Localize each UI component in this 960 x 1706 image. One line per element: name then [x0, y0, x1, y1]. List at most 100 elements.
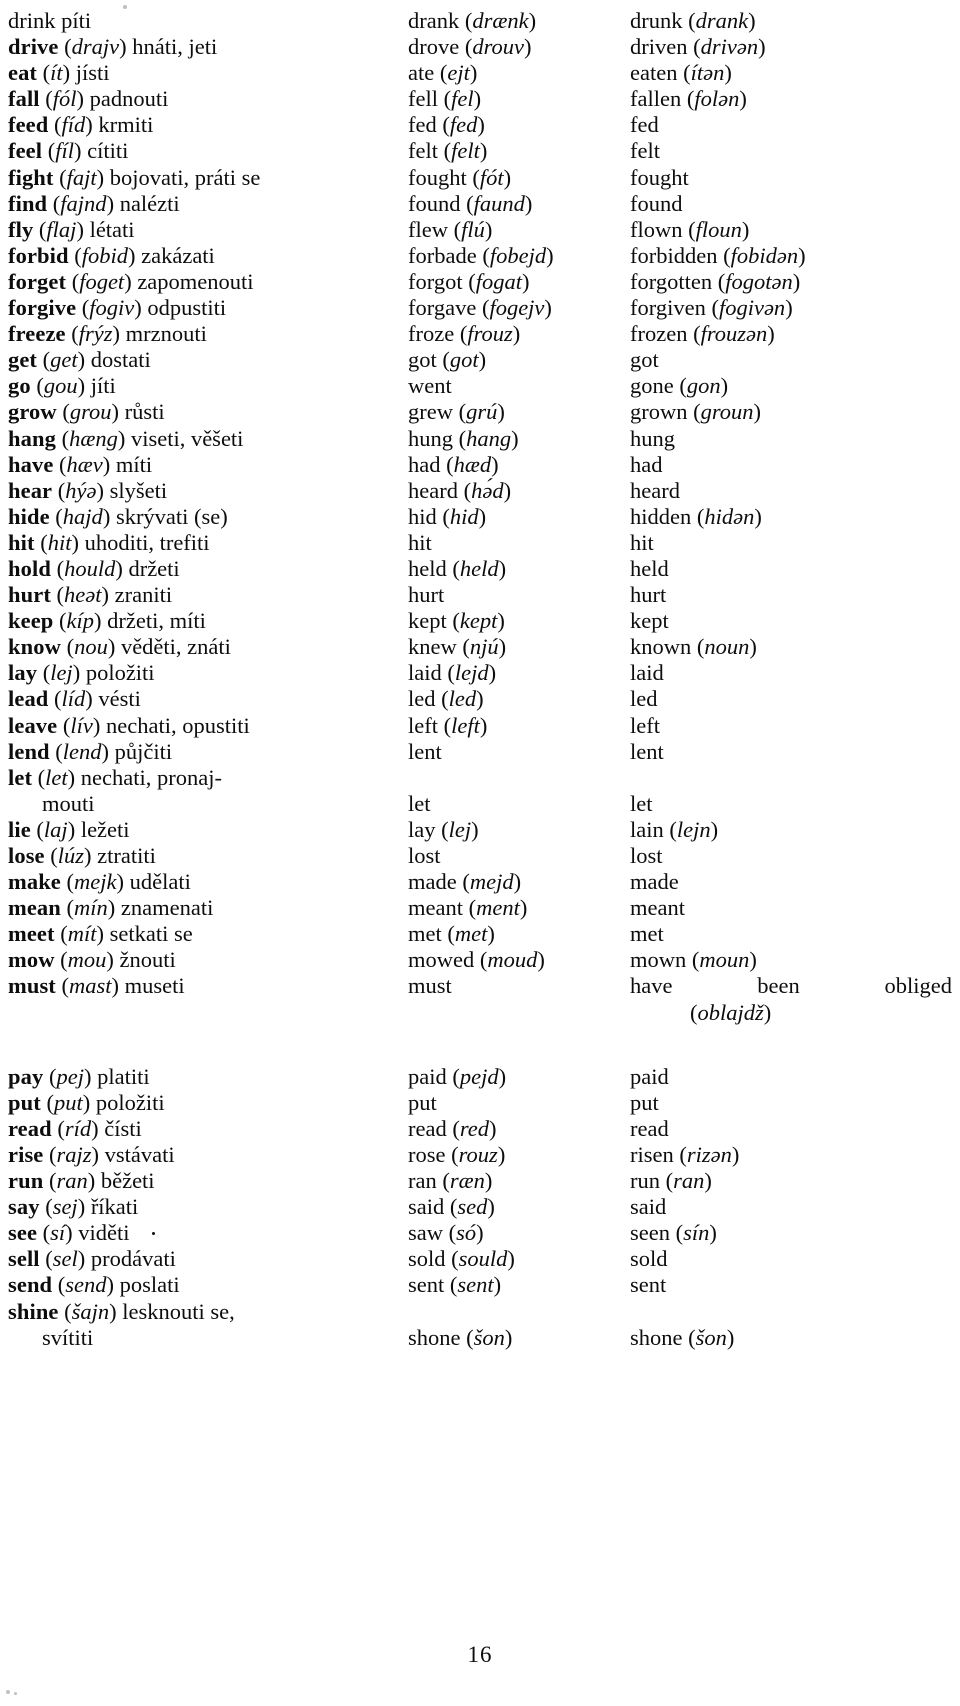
headword: hurt: [8, 582, 51, 608]
pronunciation: pejd: [459, 1063, 499, 1089]
headword: run: [8, 1168, 44, 1194]
cell-infinitive: freeze (frýz) mrznouti: [8, 321, 207, 347]
headword: go: [8, 373, 31, 399]
table-row: leave (lív) nechati, opustiti left (left)…: [0, 713, 960, 739]
verb-form: run: [630, 1168, 660, 1194]
verb-form: put: [408, 1089, 437, 1115]
table-row: get (get) dostati got (got) got: [0, 347, 960, 373]
cell-past-participle: known (noun): [630, 634, 757, 660]
cell-past-participle: fallen (folən): [630, 86, 747, 112]
cell-past-tense: lent: [408, 739, 628, 765]
pronunciation: send: [65, 1272, 107, 1298]
czech-gloss: vésti: [98, 686, 141, 712]
headword: leave: [8, 712, 58, 738]
verb-form: felt: [408, 138, 438, 164]
cell-infinitive: fly (flaj) létati: [8, 216, 135, 242]
pronunciation: fobejd: [489, 242, 547, 268]
cell-infinitive: fight (fajt) bojovati, práti se: [8, 164, 261, 190]
pronunciation: hit: [47, 529, 72, 555]
cell-infinitive: drink píti: [8, 8, 92, 33]
table-row: hear (hýə) slyšeti heard (hə́d) heard: [0, 478, 960, 504]
czech-gloss: jíti: [90, 373, 116, 399]
cell-past-tense: lay (lej): [408, 816, 479, 842]
verb-form: meant: [408, 895, 463, 921]
pronunciation: rajz: [56, 1141, 92, 1167]
verb-form: had: [630, 451, 663, 477]
cell-infinitive: eat (ít) jísti: [8, 60, 110, 86]
headword: lay: [8, 660, 38, 686]
table-row: see (sí) viděti saw (só) seen (sín): [0, 1220, 960, 1246]
cell-infinitive: keep (kíp) držeti, míti: [8, 608, 206, 634]
headword: hold: [8, 555, 51, 581]
pronunciation: hajd: [62, 503, 103, 529]
czech-gloss: mrznouti: [125, 321, 207, 347]
table-row: hit (hit) uhoditi, trefiti hit hit: [0, 530, 960, 556]
table-row: find (fajnd) nalézti found (faund) found: [0, 191, 960, 217]
table-row: lend (lend) půjčiti lent lent: [0, 739, 960, 765]
pronunciation: flaj: [46, 216, 77, 242]
cell-infinitive: forgive (fogiv) odpustiti: [8, 295, 227, 321]
document-page: drink píti drank (drænk) drunk (drank) driv…: [0, 0, 960, 1706]
cell-past-tense: froze (frouz): [408, 321, 521, 347]
table-row: must (mast) museti must have been obliged: [0, 973, 960, 999]
table-row: drive (drajv) hnáti, jeti drove (drouv) dr…: [0, 34, 960, 60]
cell-infinitive: lie (laj) ležeti: [8, 816, 130, 842]
verb-form: lost: [408, 843, 441, 868]
table-row: have (hæv) míti had (hæd) had: [0, 452, 960, 478]
cell-past-participle: hung: [630, 426, 955, 452]
cell-infinitive: meet (mít) setkati se: [8, 921, 193, 947]
table-row: let (let) nechati, pronaj-: [0, 765, 960, 791]
headword: fall: [8, 86, 40, 112]
cell-past-tense: sold (sould): [408, 1246, 515, 1272]
cell-past-participle: fought: [630, 165, 955, 191]
cell-past-tense: hid (hid): [408, 503, 487, 529]
cell-infinitive: must (mast) museti: [8, 973, 185, 999]
czech-gloss: padnouti: [89, 86, 169, 112]
pronunciation: groun: [700, 399, 754, 425]
cell-past-tense: let: [408, 791, 628, 817]
cell-past-tense: felt (felt): [408, 138, 488, 164]
pronunciation: mejd: [469, 869, 514, 895]
czech-gloss: říkati: [90, 1194, 139, 1220]
cell-past-participle: got: [630, 347, 955, 373]
cell-past-tense: hit: [408, 530, 628, 556]
pronunciation: lúz: [57, 843, 85, 868]
pronunciation: ran: [673, 1168, 705, 1194]
czech-gloss: růsti: [124, 399, 165, 425]
table-row: freeze (frýz) mrznouti froze (frouz) froze…: [0, 321, 960, 347]
czech-gloss: půjčiti: [114, 738, 173, 764]
cell-past-participle: forgotten (fogotən): [630, 268, 801, 294]
czech-gloss: nechati, pronaj-: [80, 764, 222, 790]
verb-form: known: [630, 634, 692, 660]
pronunciation: red: [459, 1115, 490, 1141]
verb-form: left: [630, 712, 660, 738]
verb-form: fed: [408, 112, 437, 138]
pronunciation: hýə: [65, 477, 97, 503]
table-row: hang (hæng) viseti, věšeti hung (hang) hun…: [0, 426, 960, 452]
pronunciation: fíl: [55, 138, 75, 164]
verb-form: grew: [408, 399, 453, 425]
pronunciation: sel: [52, 1246, 78, 1272]
verb-form: put: [630, 1089, 659, 1115]
table-row: feel (fíl) cítiti felt (felt) felt: [0, 138, 960, 164]
verb-form: meant: [630, 895, 685, 921]
cell-past-participle: (oblajdž): [690, 999, 772, 1025]
verb-form: hidden: [630, 503, 692, 529]
cell-infinitive: lend (lend) půjčiti: [8, 738, 173, 764]
czech-gloss: zakázati: [141, 242, 215, 268]
cell-past-participle: let: [630, 791, 955, 817]
cell-past-participle: hidden (hidən): [630, 503, 762, 529]
cell-infinitive: put (put) položiti: [8, 1089, 165, 1115]
pronunciation: felt: [451, 138, 480, 164]
czech-gloss: zraniti: [114, 582, 173, 608]
verb-form: flown: [630, 216, 683, 242]
pronunciation: hæv: [66, 451, 103, 477]
table-row: go (gou) jíti went gone (gon): [0, 373, 960, 399]
cell-infinitive: rise (rajz) vstávati: [8, 1141, 175, 1167]
verb-form: forbade: [408, 242, 477, 268]
pronunciation: hould: [64, 555, 116, 581]
czech-gloss: cítiti: [87, 138, 129, 164]
table-row: meet (mít) setkati se met (met) met: [0, 921, 960, 947]
pronunciation: fobidən: [730, 242, 799, 268]
